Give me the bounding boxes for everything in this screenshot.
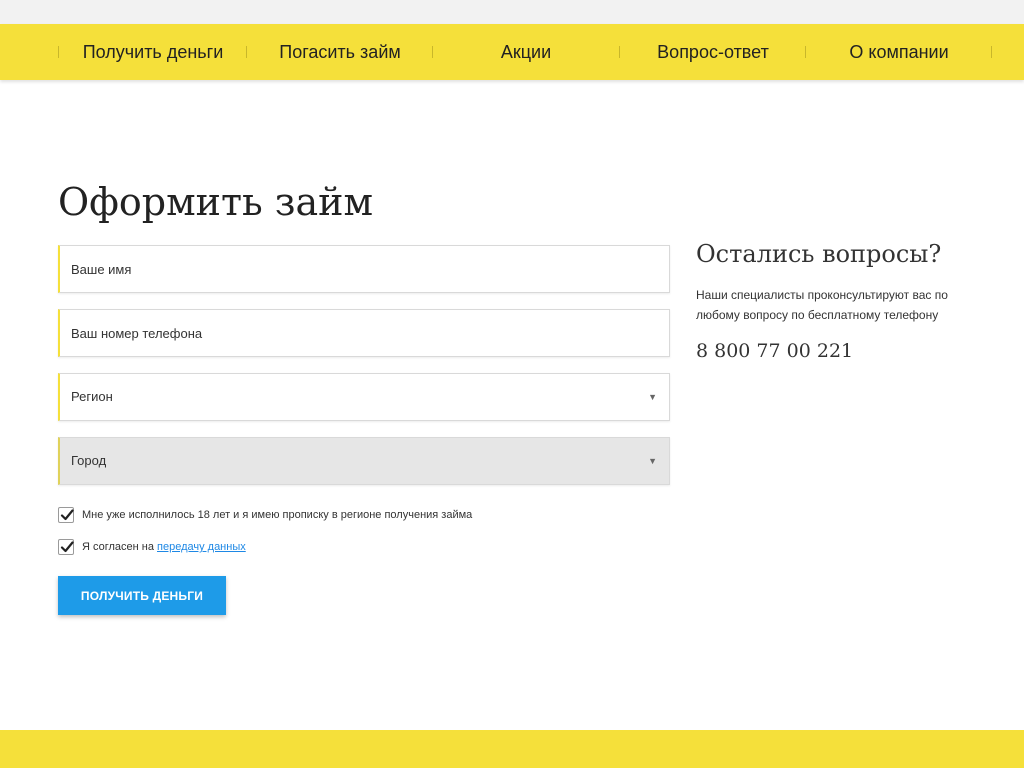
chevron-down-icon: ▼ xyxy=(648,456,657,466)
data-transfer-link[interactable]: передачу данных xyxy=(157,541,246,553)
phone-input[interactable] xyxy=(60,310,669,356)
region-select-label: Регион xyxy=(71,389,113,404)
name-input[interactable] xyxy=(60,246,669,292)
consent-checkbox[interactable] xyxy=(58,539,74,555)
nav-item-about[interactable]: О компании xyxy=(806,24,992,80)
consent-row: Я согласен на передачу данных xyxy=(58,537,246,557)
consent-label: Я согласен на xyxy=(82,541,154,553)
support-phone: 8 800 77 00 221 xyxy=(696,340,854,362)
nav-item-faq[interactable]: Вопрос-ответ xyxy=(620,24,806,80)
checkmark-icon xyxy=(60,509,74,521)
nav-separator xyxy=(991,46,992,58)
nav-separator xyxy=(58,46,59,58)
nav-item-promotions[interactable]: Акции xyxy=(433,24,619,80)
region-select[interactable]: Регион ▼ xyxy=(58,373,670,421)
main-nav: Получить деньги Погасить займ Акции Вопр… xyxy=(0,24,1024,80)
questions-description: Наши специалисты проконсультируют вас по… xyxy=(696,288,948,322)
city-select[interactable]: Город ▼ xyxy=(58,437,670,485)
questions-title: Остались вопросы? xyxy=(696,240,942,268)
age-confirm-row: Мне уже исполнилось 18 лет и я имею проп… xyxy=(58,505,472,525)
nav-item-repay-loan[interactable]: Погасить займ xyxy=(247,24,433,80)
phone-field xyxy=(58,309,670,357)
name-field xyxy=(58,245,670,293)
nav-item-get-money[interactable]: Получить деньги xyxy=(60,24,246,80)
get-money-button[interactable]: ПОЛУЧИТЬ ДЕНЬГИ xyxy=(58,576,226,615)
top-strip xyxy=(0,0,1024,24)
page-title: Оформить займ xyxy=(58,180,374,224)
footer-bar xyxy=(0,730,1024,768)
checkmark-icon xyxy=(60,541,74,553)
age-confirm-label: Мне уже исполнилось 18 лет и я имею проп… xyxy=(82,509,473,521)
city-select-label: Город xyxy=(71,453,107,468)
chevron-down-icon: ▼ xyxy=(648,392,657,402)
age-confirm-checkbox[interactable] xyxy=(58,507,74,523)
